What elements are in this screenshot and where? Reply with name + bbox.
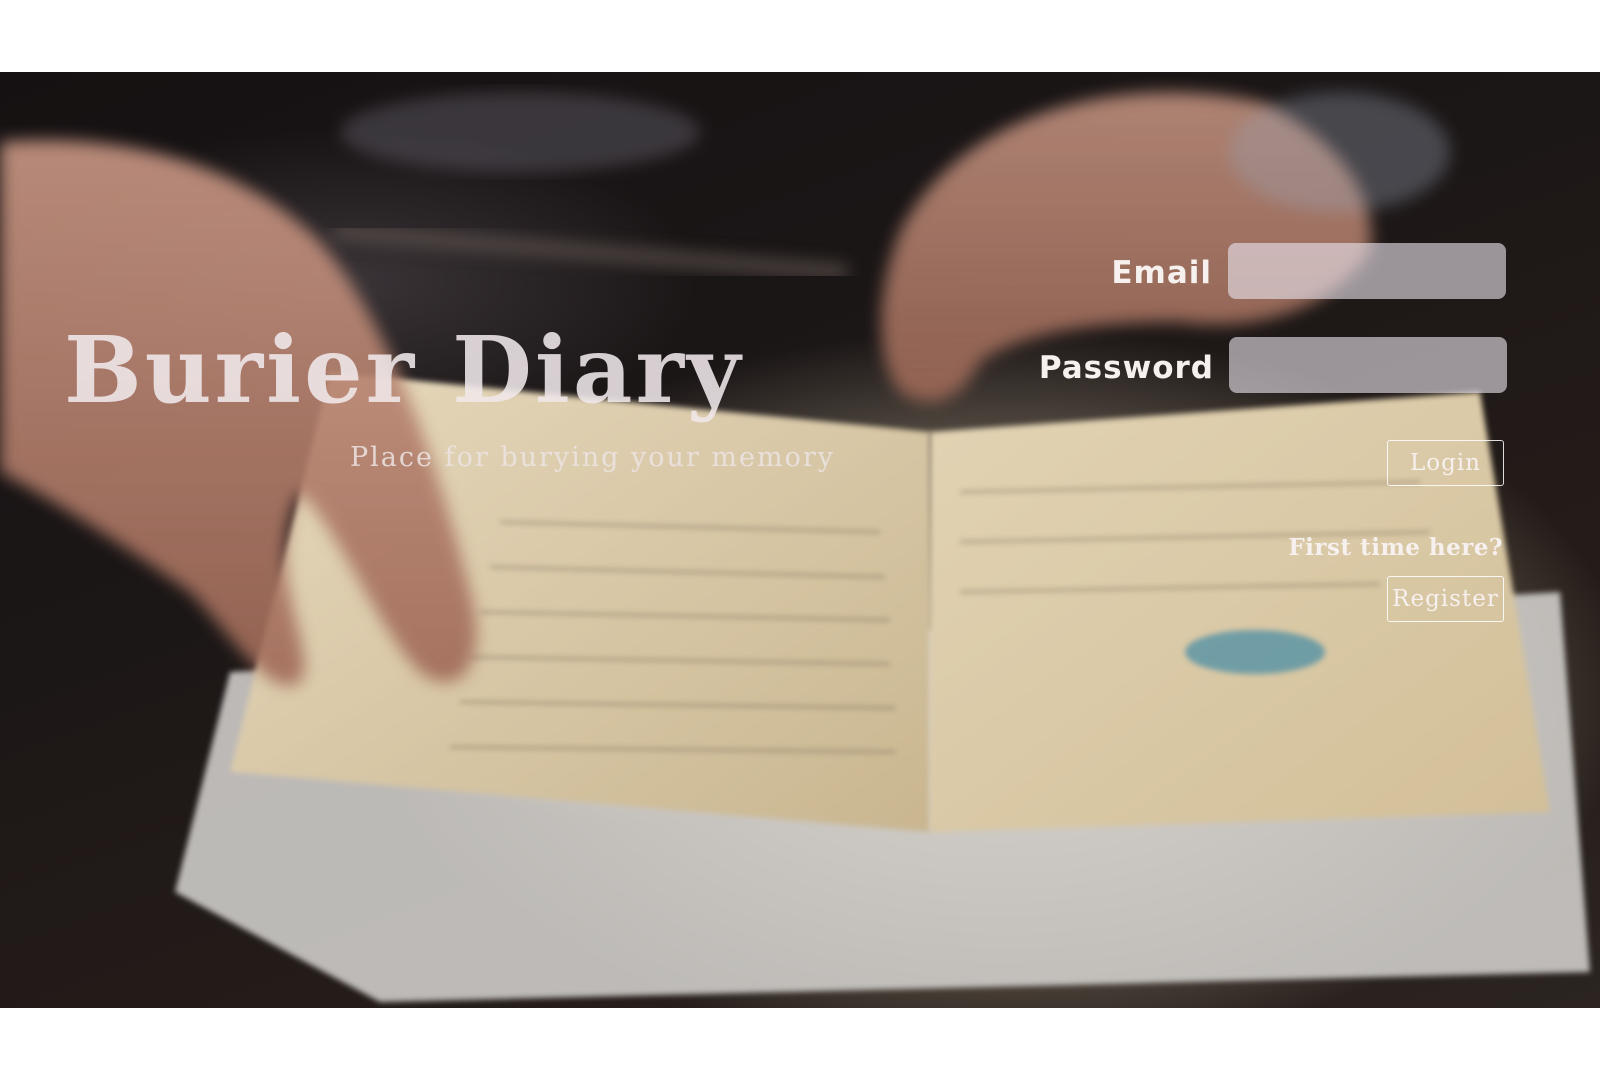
app-title: Burier Diary — [64, 316, 744, 424]
password-label: Password — [1038, 350, 1214, 386]
password-field[interactable] — [1229, 337, 1507, 393]
app-tagline: Place for burying your memory — [350, 442, 836, 473]
register-button[interactable]: Register — [1387, 576, 1504, 622]
email-label: Email — [1111, 255, 1212, 291]
first-time-prompt: First time here? — [1288, 534, 1503, 561]
page: Burier Diary Place for burying your memo… — [0, 0, 1600, 1071]
hero-background-photo: Burier Diary Place for burying your memo… — [0, 72, 1600, 1008]
login-button[interactable]: Login — [1387, 440, 1504, 486]
email-field[interactable] — [1228, 243, 1506, 299]
